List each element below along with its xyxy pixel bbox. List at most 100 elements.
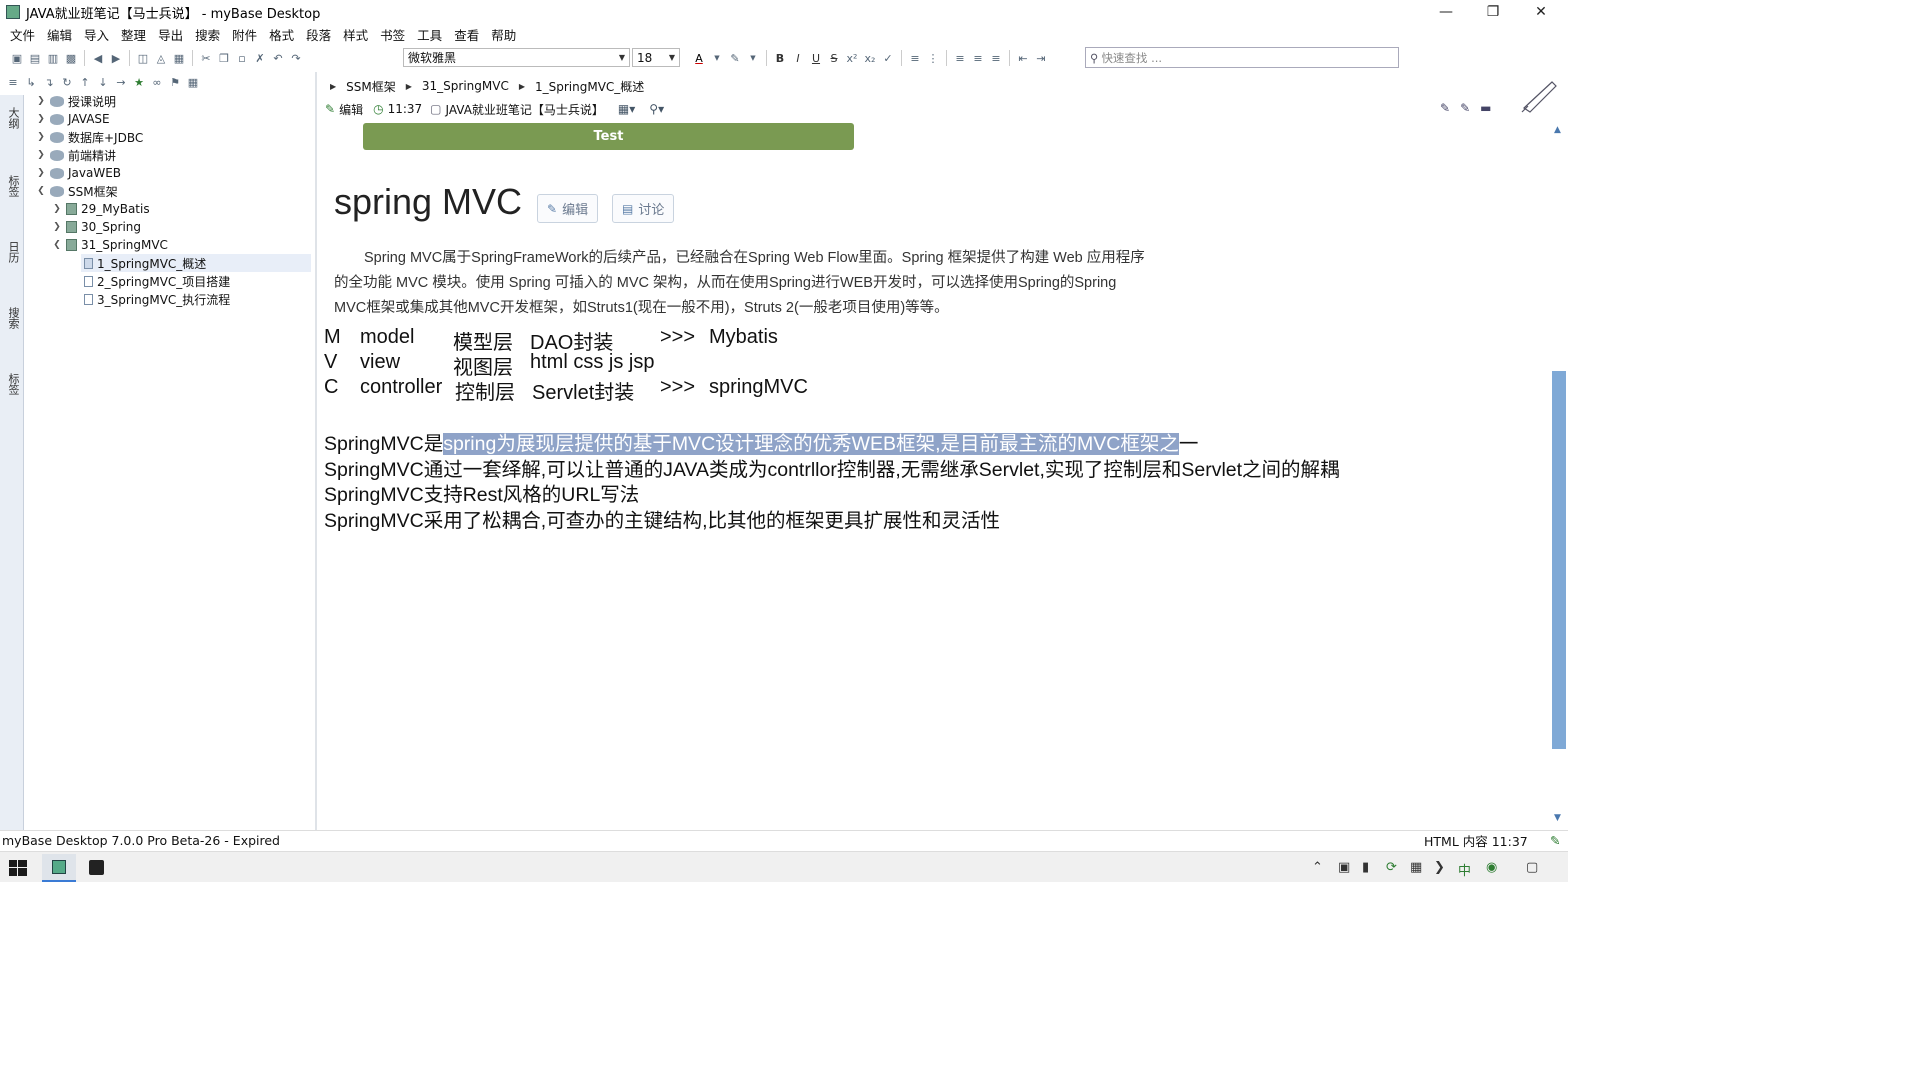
clear-format-icon[interactable]: ✓ xyxy=(879,49,897,67)
refresh-icon[interactable]: ↻ xyxy=(58,73,76,91)
chevron-right-icon[interactable]: ❯ xyxy=(35,96,47,106)
table-icon[interactable]: ▦ xyxy=(170,49,188,67)
font-color-icon[interactable]: A xyxy=(690,49,708,67)
cut-icon[interactable]: ✂ xyxy=(197,49,215,67)
undo-icon[interactable]: ↶ xyxy=(269,49,287,67)
tray-network-icon[interactable]: ❯ xyxy=(1434,860,1445,875)
menu-tools[interactable]: 工具 xyxy=(411,25,448,44)
discuss-button[interactable]: ▤ 讨论 xyxy=(612,194,675,223)
taskbar-mybase-app[interactable] xyxy=(42,854,76,882)
menu-organize[interactable]: 整理 xyxy=(115,25,152,44)
attach-icon[interactable]: ⚲▾ xyxy=(649,102,664,116)
move-right-icon[interactable]: → xyxy=(112,73,130,91)
star-icon[interactable]: ★ xyxy=(130,73,148,91)
chevron-right-icon[interactable]: ❯ xyxy=(35,168,47,178)
menu-import[interactable]: 导入 xyxy=(78,25,115,44)
chevron-right-icon[interactable]: ❯ xyxy=(35,150,47,160)
scroll-up-icon[interactable]: ▲ xyxy=(1554,125,1561,135)
menu-search[interactable]: 搜索 xyxy=(189,25,226,44)
restore-button[interactable]: ❐ xyxy=(1470,0,1516,24)
quick-search-input[interactable]: ⚲ 快速查找 ... xyxy=(1085,47,1399,68)
tree-item-0[interactable]: ❯ 授课说明 xyxy=(35,92,116,110)
bold-button[interactable]: B xyxy=(771,49,789,67)
minimize-button[interactable]: — xyxy=(1423,0,1469,24)
tray-bookmark-icon[interactable]: ▮ xyxy=(1362,860,1369,875)
superscript-icon[interactable]: x² xyxy=(843,49,861,67)
menu-export[interactable]: 导出 xyxy=(152,25,189,44)
redo-icon[interactable]: ↷ xyxy=(287,49,305,67)
outdent-icon[interactable]: ⇤ xyxy=(1014,49,1032,67)
tab-calendar[interactable]: 日历 xyxy=(3,241,21,263)
menu-bookmarks[interactable]: 书签 xyxy=(374,25,411,44)
delete-icon[interactable]: ✗ xyxy=(251,49,269,67)
chevron-down-icon[interactable]: ❮ xyxy=(51,240,63,250)
chevron-right-icon[interactable]: ❯ xyxy=(51,204,63,214)
tab-outline[interactable]: 大纲 xyxy=(3,107,21,129)
print-icon[interactable]: ▩ xyxy=(62,49,80,67)
strikethrough-button[interactable]: S xyxy=(825,49,843,67)
scroll-thumb[interactable] xyxy=(1552,371,1566,749)
edit-button[interactable]: ✎ 编辑 xyxy=(537,194,599,223)
note-content[interactable]: Test spring MVC ✎ 编辑 ▤ 讨论 Spring MVC属于Sp… xyxy=(318,121,1550,827)
move-down-icon[interactable]: ↓ xyxy=(94,73,112,91)
subscript-icon[interactable]: x₂ xyxy=(861,49,879,67)
tree-item-6[interactable]: ❯ 29_MyBatis xyxy=(51,200,149,218)
underline-button[interactable]: U xyxy=(807,49,825,67)
forward-icon[interactable]: ▶ xyxy=(107,49,125,67)
tray-expand-icon[interactable]: ⌃ xyxy=(1312,860,1323,875)
tree-item-3[interactable]: ❯ 前端精讲 xyxy=(35,146,116,164)
italic-button[interactable]: I xyxy=(789,49,807,67)
tab-tags[interactable]: 标签 xyxy=(3,175,21,197)
chevron-down-icon[interactable]: ▼ xyxy=(744,49,762,67)
tree-item-5[interactable]: ❮ SSM框架 xyxy=(35,182,117,200)
add-note-icon[interactable]: ✎ xyxy=(1460,101,1470,115)
menu-view[interactable]: 查看 xyxy=(448,25,485,44)
paste-icon[interactable]: ▫ xyxy=(233,49,251,67)
tree-item-10[interactable]: 2_SpringMVC_项目搭建 xyxy=(81,272,230,290)
tree-item-8[interactable]: ❮ 31_SpringMVC xyxy=(51,236,168,254)
edit-link[interactable]: 编辑 xyxy=(339,101,363,118)
chevron-down-icon[interactable]: ❮ xyxy=(35,186,47,196)
menu-style[interactable]: 样式 xyxy=(337,25,374,44)
tray-sync-icon[interactable]: ⟳ xyxy=(1386,860,1397,875)
tree-item-1[interactable]: ❯ JAVASE xyxy=(35,110,109,128)
link-icon[interactable]: ∞ xyxy=(148,73,166,91)
new-note-icon[interactable]: ▣ xyxy=(8,49,26,67)
menu-format[interactable]: 格式 xyxy=(263,25,300,44)
tray-security-icon[interactable]: ◉ xyxy=(1486,860,1497,875)
notification-icon[interactable]: ▢ xyxy=(1526,860,1538,875)
font-name-select[interactable]: 微软雅黑 ▼ xyxy=(403,48,630,67)
tree-item-7[interactable]: ❯ 30_Spring xyxy=(51,218,141,236)
copy-icon[interactable]: ❐ xyxy=(215,49,233,67)
tag-icon[interactable]: ⚑ xyxy=(166,73,184,91)
align-left-icon[interactable]: ≡ xyxy=(951,49,969,67)
breadcrumb-item[interactable]: SSM框架 xyxy=(346,78,396,95)
tree-item-11[interactable]: 3_SpringMVC_执行流程 xyxy=(81,290,230,308)
indent-icon[interactable]: ⇥ xyxy=(1032,49,1050,67)
breadcrumb-item[interactable]: 31_SpringMVC xyxy=(422,79,509,93)
breadcrumb-item[interactable]: 1_SpringMVC_概述 xyxy=(535,78,644,95)
highlight-color-icon[interactable]: ✎ xyxy=(726,49,744,67)
taskbar-app-2[interactable] xyxy=(80,854,114,882)
back-icon[interactable]: ◀ xyxy=(89,49,107,67)
tree-item-2[interactable]: ❯ 数据库+JDBC xyxy=(35,128,143,146)
save-all-icon[interactable]: ▥ xyxy=(44,49,62,67)
calendar-icon[interactable]: ▦▾ xyxy=(618,102,635,116)
tray-monitor-icon[interactable]: ▦ xyxy=(1410,860,1422,875)
tray-app-icon[interactable]: ▣ xyxy=(1338,860,1350,875)
chevron-right-icon[interactable]: ❯ xyxy=(51,222,63,232)
tray-ime-icon[interactable]: 中 xyxy=(1458,860,1471,879)
menu-edit[interactable]: 编辑 xyxy=(41,25,78,44)
align-right-icon[interactable]: ≡ xyxy=(987,49,1005,67)
align-center-icon[interactable]: ≡ xyxy=(969,49,987,67)
chevron-down-icon[interactable]: ▼ xyxy=(708,49,726,67)
panes-icon[interactable]: ◬ xyxy=(152,49,170,67)
save-icon[interactable]: ▤ xyxy=(26,49,44,67)
new-child-icon[interactable]: ↳ xyxy=(22,73,40,91)
menu-file[interactable]: 文件 xyxy=(4,25,41,44)
edit-note-icon[interactable]: ✎ xyxy=(1440,101,1450,115)
pane-splitter[interactable] xyxy=(315,72,317,830)
numbered-list-icon[interactable]: ≡ xyxy=(906,49,924,67)
minimize-pane-icon[interactable]: ▬ xyxy=(1480,101,1491,115)
layout-icon[interactable]: ◫ xyxy=(134,49,152,67)
